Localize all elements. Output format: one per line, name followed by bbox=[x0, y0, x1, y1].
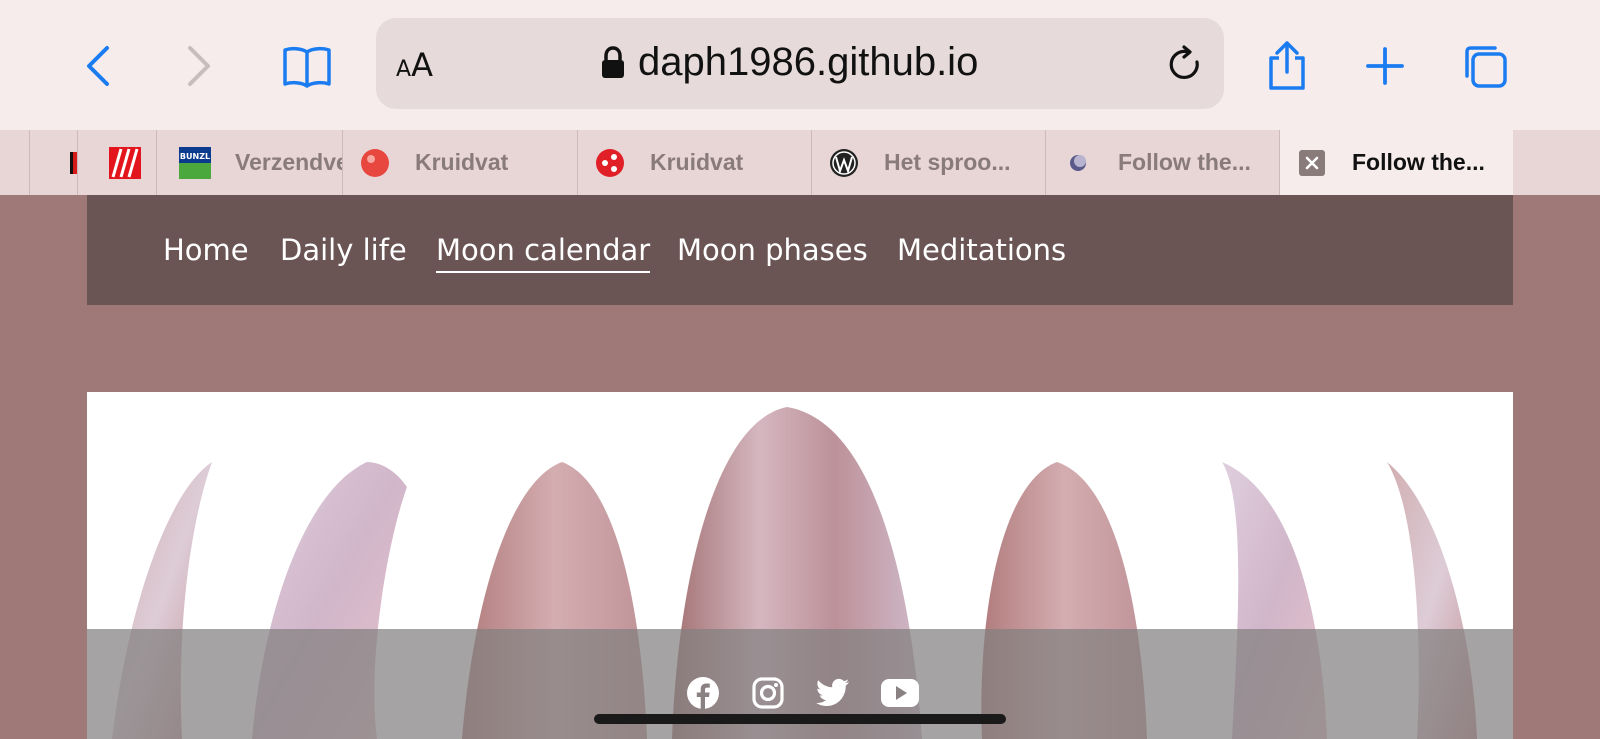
tab-3-title: Verzendve bbox=[235, 149, 342, 175]
youtube-icon bbox=[881, 679, 919, 707]
url-text: daph1986.github.io bbox=[638, 40, 979, 84]
tab-favicon-wordpress-icon bbox=[828, 147, 860, 179]
chevron-right-icon bbox=[188, 46, 210, 86]
tab-3[interactable]: BUNZL Verzendve bbox=[156, 130, 342, 195]
facebook-link[interactable] bbox=[685, 675, 721, 711]
tab-bar: BUNZL Verzendve Kruidvat Kruidvat Het sp… bbox=[0, 130, 1600, 196]
tab-close-icon[interactable] bbox=[1296, 147, 1328, 179]
tab-favicon-moon-icon bbox=[1062, 147, 1094, 179]
lock-icon bbox=[602, 45, 624, 78]
youtube-link[interactable] bbox=[880, 675, 920, 711]
tab-favicon-kruidvat-share-icon bbox=[594, 147, 626, 179]
address-bar[interactable]: AA daph1986.github.io bbox=[376, 18, 1224, 109]
nav-moon-calendar[interactable]: Moon calendar bbox=[436, 233, 651, 273]
svg-text:BUNZL: BUNZL bbox=[180, 152, 210, 161]
tab-favicon-bunzl-icon: BUNZL bbox=[179, 146, 211, 179]
twitter-link[interactable] bbox=[815, 675, 851, 711]
tab-6[interactable]: Het sproo... bbox=[811, 130, 1045, 195]
bookmarks-button[interactable] bbox=[279, 38, 335, 94]
tab-5[interactable]: Kruidvat bbox=[577, 130, 811, 195]
tab-7-title: Follow the... bbox=[1118, 149, 1251, 175]
nav-moon-phases[interactable]: Moon phases bbox=[677, 233, 868, 267]
tab-favicon-kruidvat-icon bbox=[359, 147, 391, 179]
tab-favicon-stripes-icon bbox=[109, 146, 141, 179]
tabs-icon bbox=[1465, 46, 1507, 88]
site-navigation: Home Daily life Moon calendar Moon phase… bbox=[87, 195, 1513, 305]
plus-icon bbox=[1366, 47, 1404, 85]
tab-6-title: Het sproo... bbox=[884, 149, 1011, 175]
reload-icon bbox=[1169, 45, 1199, 80]
forward-button[interactable] bbox=[171, 38, 227, 94]
home-indicator[interactable] bbox=[594, 714, 1006, 724]
book-icon bbox=[283, 46, 331, 88]
text-size-large-label: A bbox=[411, 46, 433, 84]
tab-2[interactable] bbox=[77, 130, 156, 195]
tab-7[interactable]: Follow the... bbox=[1045, 130, 1279, 195]
chevron-left-icon bbox=[87, 46, 109, 86]
tab-1[interactable] bbox=[29, 130, 77, 195]
web-page: Home Daily life Moon calendar Moon phase… bbox=[0, 195, 1600, 739]
back-button[interactable] bbox=[70, 38, 126, 94]
nav-daily-life[interactable]: Daily life bbox=[280, 233, 407, 267]
new-tab-button[interactable] bbox=[1357, 38, 1413, 94]
tab-overview-button[interactable] bbox=[1457, 38, 1513, 94]
nav-home[interactable]: Home bbox=[163, 233, 249, 267]
nav-meditations[interactable]: Meditations bbox=[897, 233, 1066, 267]
instagram-link[interactable] bbox=[750, 675, 786, 711]
tab-5-title: Kruidvat bbox=[650, 149, 744, 175]
tab-8-title: Follow the... bbox=[1352, 149, 1485, 175]
tab-8-active[interactable]: Follow the... bbox=[1279, 130, 1513, 195]
twitter-icon bbox=[816, 678, 849, 706]
instagram-icon bbox=[752, 677, 784, 709]
tab-4-title: Kruidvat bbox=[415, 149, 509, 175]
tab-favicon-flag-icon bbox=[70, 151, 77, 174]
share-button[interactable] bbox=[1259, 38, 1315, 94]
text-size-button[interactable]: AA bbox=[396, 46, 433, 84]
share-icon bbox=[1269, 41, 1305, 90]
facebook-icon bbox=[687, 677, 719, 710]
text-size-small-label: A bbox=[396, 57, 412, 82]
tab-4[interactable]: Kruidvat bbox=[342, 130, 577, 195]
browser-toolbar: AA daph1986.github.io bbox=[0, 0, 1600, 130]
reload-button[interactable] bbox=[1166, 44, 1204, 88]
url-display[interactable]: daph1986.github.io bbox=[600, 40, 978, 85]
